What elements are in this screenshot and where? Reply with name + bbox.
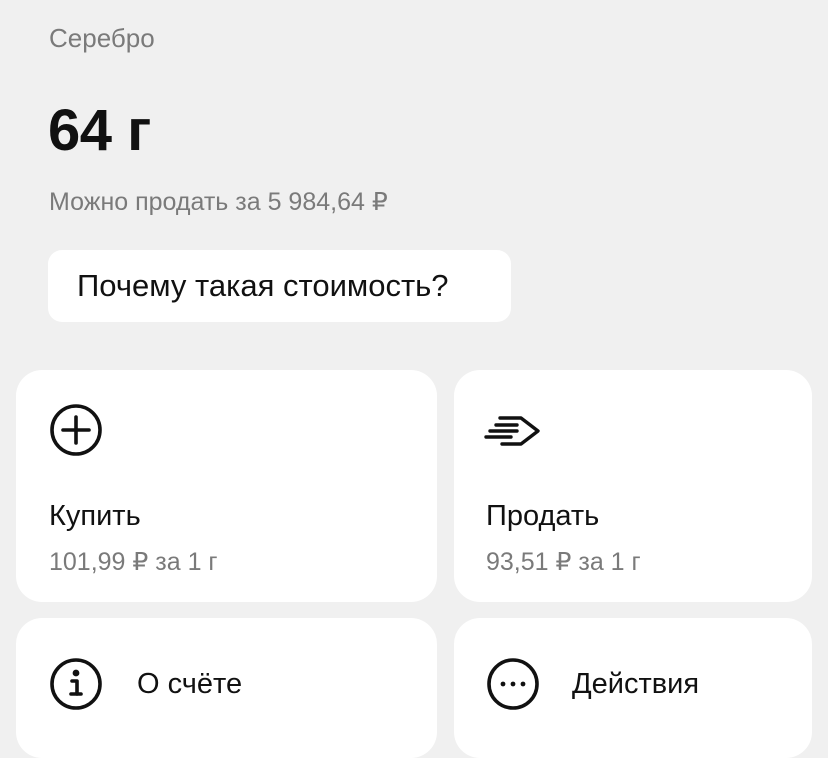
account-info-card[interactable]: О счёте (16, 618, 437, 758)
sell-card[interactable]: Продать 93,51 ₽ за 1 г (454, 370, 812, 602)
asset-amount: 64 г (48, 98, 151, 163)
buy-title: Купить (49, 500, 141, 532)
account-info-label: О счёте (137, 668, 243, 700)
buy-price: 101,99 ₽ за 1 г (49, 548, 218, 576)
arrow-right-speed-icon (484, 402, 540, 458)
more-horizontal-circle-icon (485, 656, 541, 712)
info-circle-icon (48, 656, 104, 712)
asset-name: Серебро (49, 23, 155, 53)
sell-title: Продать (486, 500, 600, 532)
actions-card[interactable]: Действия (454, 618, 812, 758)
sell-estimate: Можно продать за 5 984,64 ₽ (49, 188, 388, 216)
actions-label: Действия (572, 668, 700, 700)
sell-price: 93,51 ₽ за 1 г (486, 548, 641, 576)
buy-card[interactable]: Купить 101,99 ₽ за 1 г (16, 370, 437, 602)
price-info-button[interactable]: Почему такая стоимость? (48, 250, 511, 322)
plus-circle-icon (48, 402, 104, 458)
